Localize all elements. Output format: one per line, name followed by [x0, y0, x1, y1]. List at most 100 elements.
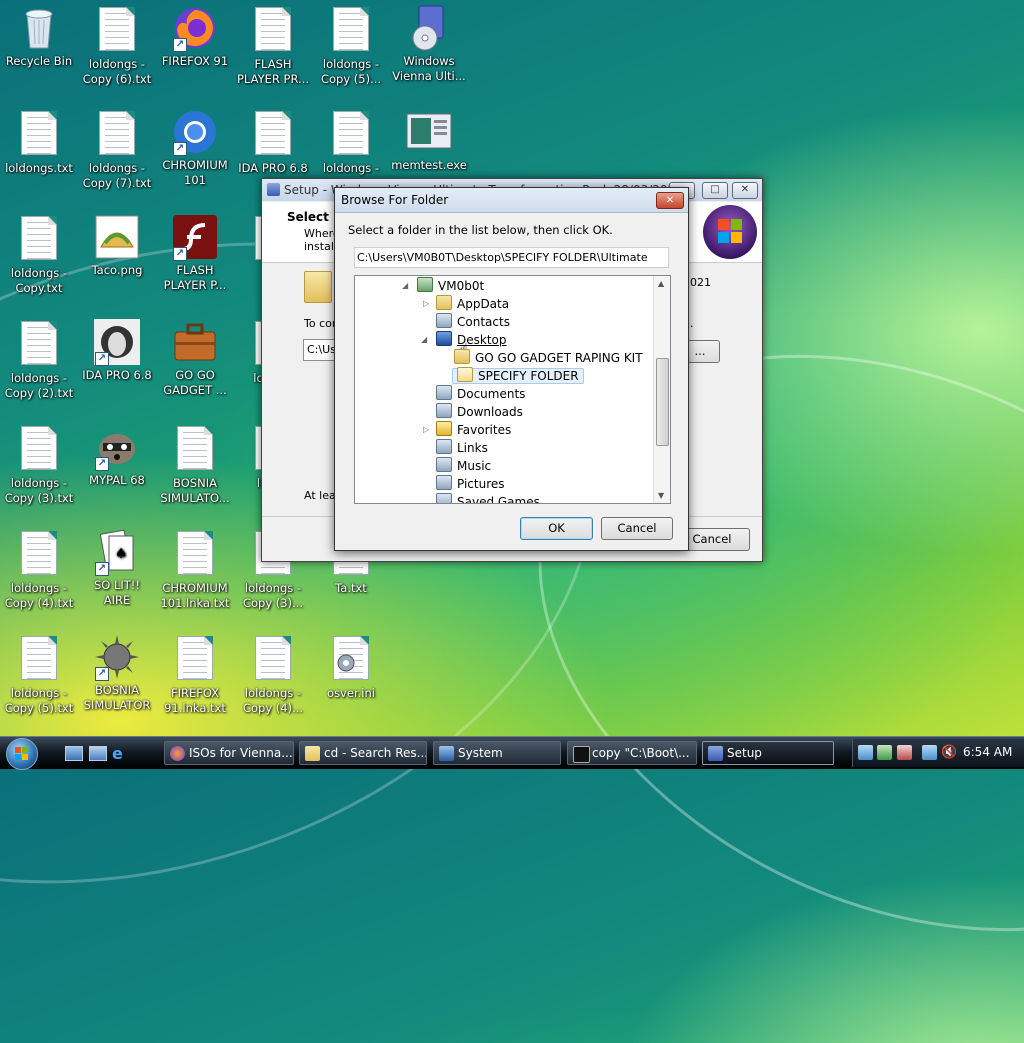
network-icon[interactable] — [858, 745, 873, 760]
text-file-icon — [327, 7, 375, 55]
scroll-thumb[interactable] — [656, 358, 669, 446]
desktop-icon-txt[interactable]: loldongs - Copy (6).txt — [79, 4, 155, 87]
monitor-icon[interactable] — [922, 745, 937, 760]
tree-item-appdata[interactable]: AppData — [436, 295, 509, 313]
tree-item-go-go-gadget[interactable]: GO GO GADGET RAPING KIT — [454, 349, 643, 367]
icon-label: loldongs - Copy (3)... — [242, 581, 304, 610]
desktop-icon-txt[interactable]: FLASH PLAYER PR... — [235, 4, 311, 87]
desktop-icon-ida[interactable]: ↗ IDA PRO 6.8 — [79, 318, 155, 383]
volume-muted-icon[interactable]: 🔇 — [941, 745, 957, 760]
tree-item-desktop[interactable]: Desktop — [436, 331, 507, 349]
tree-item-specify-folder[interactable]: SPECIFY FOLDER — [452, 367, 584, 385]
text-file-icon — [93, 111, 141, 159]
tree-item-pictures[interactable]: Pictures — [436, 475, 505, 493]
expand-arrow-icon[interactable]: ▷ — [423, 299, 429, 308]
cancel-button[interactable]: Cancel — [601, 517, 673, 540]
tree-item-documents[interactable]: Documents — [436, 385, 525, 403]
scroll-up-arrow-icon[interactable]: ▲ — [658, 279, 664, 288]
desktop-icon-txt[interactable]: loldongs - Copy (5).txt — [1, 633, 77, 716]
desktop-icon-txt[interactable]: CHROMIUM 101.lnka.txt — [157, 528, 233, 611]
icon-label: loldongs - Copy (6).txt — [82, 57, 152, 86]
desktop-icon-taco[interactable]: Taco.png — [79, 213, 155, 278]
taskbar-item-search[interactable]: cd - Search Res... — [299, 741, 427, 765]
tree-item-saved-games[interactable]: Saved Games — [436, 493, 540, 503]
folder-icon — [457, 367, 473, 382]
desktop-icon-txt[interactable]: loldongs - Copy.txt — [1, 213, 77, 296]
maximize-button[interactable]: □ — [702, 182, 728, 199]
desktop-icon-memtest[interactable]: memtest.exe — [391, 108, 467, 173]
text-file-icon — [249, 7, 297, 55]
desktop-icon-firefox[interactable]: ↗ FIREFOX 91 — [157, 4, 233, 69]
taskbar-item-system[interactable]: System — [433, 741, 561, 765]
desktop-icon-txt[interactable]: BOSNIA SIMULATO... — [157, 423, 233, 506]
folder-path-field[interactable]: C:\Users\VM0B0T\Desktop\SPECIFY FOLDER\U… — [354, 247, 669, 268]
tray-app-icon[interactable] — [877, 745, 892, 760]
collapse-arrow-icon[interactable]: ◢ — [421, 335, 427, 344]
icon-label: MYPAL 68 — [89, 473, 145, 487]
internet-explorer-icon[interactable]: e — [112, 744, 123, 763]
start-button[interactable] — [6, 738, 38, 770]
desktop-icon-txt[interactable]: loldongs - Copy (7).txt — [79, 108, 155, 191]
scroll-down-arrow-icon[interactable]: ▼ — [658, 491, 664, 500]
clock[interactable]: 6:54 AM — [963, 745, 1012, 759]
desktop-icon-chromium[interactable]: ↗ CHROMIUM 101 — [157, 108, 233, 188]
tray-security-icon[interactable] — [897, 745, 912, 760]
switch-windows-icon[interactable] — [89, 746, 107, 761]
close-button[interactable]: ✕ — [732, 182, 758, 199]
desktop-icon-recycle-bin[interactable]: Recycle Bin — [1, 4, 77, 69]
icon-label: loldongs - Copy (5).txt — [4, 686, 74, 715]
expand-arrow-icon[interactable]: ▷ — [423, 425, 429, 434]
desktop-icon-txt[interactable]: loldongs - Copy (4).txt — [1, 528, 77, 611]
folder-icon — [304, 271, 332, 303]
desktop-icon-txt[interactable]: loldongs - Copy (4)... — [235, 633, 311, 716]
tree-item-music[interactable]: Music — [436, 457, 491, 475]
text-file-icon — [171, 531, 219, 579]
close-button[interactable]: ✕ — [656, 192, 684, 209]
desktop-icon-solitaire[interactable]: ♠ ↗ SO LIT!! AIRE — [79, 528, 155, 608]
tree-item-contacts[interactable]: Contacts — [436, 313, 510, 331]
icon-label: loldongs - Copy (2).txt — [4, 371, 74, 400]
taskbar-item-setup[interactable]: Setup — [702, 741, 834, 765]
taskbar-item-cmd[interactable]: copy "C:\Boot\... — [567, 741, 697, 765]
desktop-icon-txt[interactable]: FIREFOX 91.lnka.txt — [157, 633, 233, 716]
collapse-arrow-icon[interactable]: ◢ — [402, 281, 408, 290]
tree-item-favorites[interactable]: Favorites — [436, 421, 511, 439]
icon-label: memtest.exe — [391, 158, 467, 172]
desktop-icon-briefcase[interactable]: GO GO GADGET ... — [157, 318, 233, 398]
desktop-icon-txt[interactable]: loldongs - — [313, 108, 389, 176]
task-label: cd - Search Res... — [324, 746, 427, 760]
browse-for-folder-dialog[interactable]: Browse For Folder ✕ Select a folder in t… — [334, 187, 689, 551]
ok-button[interactable]: OK — [520, 517, 593, 540]
icon-label: FLASH PLAYER PR... — [237, 57, 309, 86]
icon-label: SO LIT!! AIRE — [93, 578, 141, 607]
raccoon-icon: ↗ — [93, 423, 141, 471]
desktop-icon-txt[interactable]: loldongs - Copy (3).txt — [1, 423, 77, 506]
taskbar-item-isos[interactable]: ISOs for Vienna... — [164, 741, 294, 765]
task-label: copy "C:\Boot\... — [592, 746, 690, 760]
desktop-icon-txt[interactable]: loldongs - Copy (5)... — [313, 4, 389, 87]
desktop-icon-txt[interactable]: loldongs - Copy (2).txt — [1, 318, 77, 401]
folder-tree[interactable]: ◢ VM0b0t ▷ AppData Contacts ◢ Desktop ☝ … — [354, 275, 671, 504]
downloads-folder-icon — [436, 403, 452, 418]
desktop-icon-ini[interactable]: osver.ini — [313, 633, 389, 701]
tree-scrollbar[interactable]: ▲ ▼ — [653, 276, 670, 503]
command-prompt-icon — [573, 746, 590, 763]
tree-item-links[interactable]: Links — [436, 439, 488, 457]
icon-label: Recycle Bin — [5, 54, 73, 68]
recycle-bin-icon — [15, 4, 63, 52]
desktop-icon-bosnia[interactable]: ↗ BOSNIA SIMULATOR — [79, 633, 155, 713]
text-file-icon — [249, 636, 297, 684]
desktop-icon-txt[interactable]: IDA PRO 6.8 — [235, 108, 311, 176]
tree-item-downloads[interactable]: Downloads — [436, 403, 523, 421]
desktop-icon-txt[interactable]: loldongs.txt — [1, 108, 77, 176]
desktop-icon-mypal[interactable]: ↗ MYPAL 68 — [79, 423, 155, 488]
tree-item-vm0b0t[interactable]: VM0b0t — [417, 277, 484, 295]
favorites-star-icon — [436, 421, 452, 436]
desktop-icon-flash[interactable]: ↗ FLASH PLAYER P... — [157, 213, 233, 293]
dialog-title-bar[interactable]: Browse For Folder — [335, 188, 688, 213]
desktop-icon-vienna-setup[interactable]: Windows Vienna Ulti... — [391, 4, 467, 84]
documents-folder-icon — [436, 385, 452, 400]
firefox-icon: ↗ — [171, 4, 219, 52]
show-desktop-icon[interactable] — [65, 746, 83, 761]
text-file-icon — [93, 7, 141, 55]
